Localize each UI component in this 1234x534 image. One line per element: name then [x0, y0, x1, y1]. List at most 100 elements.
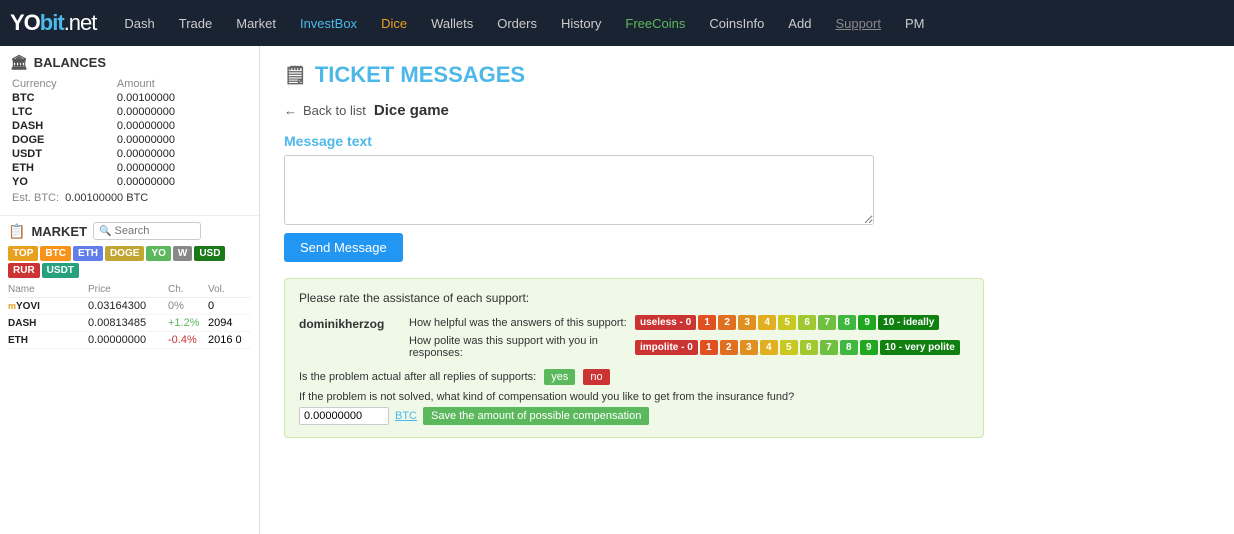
- market-price: 0.00813485: [88, 317, 168, 329]
- balance-row: USDT0.00000000: [10, 147, 249, 161]
- nav-investbox[interactable]: InvestBox: [290, 12, 367, 35]
- balance-currency: YO: [10, 175, 115, 189]
- balance-row: DASH0.00000000: [10, 119, 249, 133]
- r-p7[interactable]: 7: [820, 340, 838, 355]
- problem-row: Is the problem actual after all replies …: [299, 369, 969, 385]
- market-section: 📋 MARKET 🔍 TOP BTC ETH DOGE YO W USD RUR…: [0, 216, 259, 355]
- nav-trade[interactable]: Trade: [169, 12, 222, 35]
- nav-coinsinfo[interactable]: CoinsInfo: [699, 12, 774, 35]
- comp-currency-link[interactable]: BTC: [395, 410, 417, 422]
- nav-support[interactable]: Support: [825, 12, 891, 35]
- tab-rur[interactable]: RUR: [8, 263, 40, 278]
- r-h7[interactable]: 7: [818, 315, 836, 330]
- tab-doge[interactable]: DOGE: [105, 246, 144, 261]
- comp-save-button[interactable]: Save the amount of possible compensation: [423, 407, 649, 425]
- balance-currency: LTC: [10, 105, 115, 119]
- rating-username: dominikherzog: [299, 315, 399, 331]
- nav-add[interactable]: Add: [778, 12, 821, 35]
- balances-icon: 🏛: [10, 54, 28, 71]
- market-vol: 2094: [208, 317, 248, 329]
- est-btc-value: 0.00100000 BTC: [65, 192, 148, 204]
- nav-pm[interactable]: PM: [895, 12, 935, 35]
- search-icon: 🔍: [99, 226, 111, 237]
- balance-amount: 0.00000000: [115, 161, 249, 175]
- r-p2[interactable]: 2: [720, 340, 738, 355]
- r-h8[interactable]: 8: [838, 315, 856, 330]
- r-h3[interactable]: 3: [738, 315, 756, 330]
- logo[interactable]: YObit.net: [10, 10, 96, 36]
- market-price: 0.03164300: [88, 300, 168, 312]
- tab-usd[interactable]: USD: [194, 246, 225, 261]
- message-label: Message text: [284, 133, 1210, 149]
- problem-text: Is the problem actual after all replies …: [299, 371, 536, 383]
- r-h10[interactable]: 10 - ideally: [878, 315, 939, 330]
- r-p6[interactable]: 6: [800, 340, 818, 355]
- nav-orders[interactable]: Orders: [487, 12, 547, 35]
- back-to-list-link[interactable]: ← Back to list: [284, 103, 366, 118]
- balance-currency: DASH: [10, 119, 115, 133]
- tab-yo[interactable]: YO: [146, 246, 170, 261]
- nav-history[interactable]: History: [551, 12, 611, 35]
- back-arrow-icon: ←: [284, 103, 297, 118]
- no-button[interactable]: no: [583, 369, 609, 385]
- market-row[interactable]: mYOVI 0.03164300 0% 0: [8, 298, 251, 315]
- balance-row: BTC0.00100000: [10, 91, 249, 105]
- breadcrumb-row: ← Back to list Dice game: [284, 102, 1210, 119]
- r-p9[interactable]: 9: [860, 340, 878, 355]
- logo-net: .net: [64, 10, 97, 35]
- send-message-button[interactable]: Send Message: [284, 233, 403, 262]
- rating-q2: How polite was this support with you in …: [409, 335, 629, 359]
- r-p5[interactable]: 5: [780, 340, 798, 355]
- compensation-input-row: BTC Save the amount of possible compensa…: [299, 407, 969, 425]
- tab-w[interactable]: W: [173, 246, 192, 261]
- nav-market[interactable]: Market: [226, 12, 286, 35]
- balances-title: 🏛 BALANCES: [10, 54, 249, 71]
- rating-q1: How helpful was the answers of this supp…: [409, 317, 629, 329]
- tab-btc[interactable]: BTC: [40, 246, 71, 261]
- r-h2[interactable]: 2: [718, 315, 736, 330]
- r-p8[interactable]: 8: [840, 340, 858, 355]
- balance-row: YO0.00000000: [10, 175, 249, 189]
- r-h4[interactable]: 4: [758, 315, 776, 330]
- nav-dash[interactable]: Dash: [114, 12, 164, 35]
- nav-freecoins[interactable]: FreeCoins: [615, 12, 695, 35]
- r-p1[interactable]: 1: [700, 340, 718, 355]
- market-ch: +1.2%: [168, 317, 208, 329]
- tab-usdt[interactable]: USDT: [42, 263, 79, 278]
- r-p4[interactable]: 4: [760, 340, 778, 355]
- r-h9[interactable]: 9: [858, 315, 876, 330]
- comp-amount-input[interactable]: [299, 407, 389, 425]
- market-prefix: m: [8, 301, 16, 311]
- balance-row: ETH0.00000000: [10, 161, 249, 175]
- balance-row: LTC0.00000000: [10, 105, 249, 119]
- balance-row: DOGE0.00000000: [10, 133, 249, 147]
- r-h1[interactable]: 1: [698, 315, 716, 330]
- col-amount: Amount: [115, 77, 249, 91]
- nav-wallets[interactable]: Wallets: [421, 12, 483, 35]
- yes-button[interactable]: yes: [544, 369, 575, 385]
- balance-amount: 0.00000000: [115, 175, 249, 189]
- market-row[interactable]: DASH 0.00813485 +1.2% 2094: [8, 315, 251, 332]
- r-useless[interactable]: useless - 0: [635, 315, 696, 330]
- rating-btns-helpfulness: useless - 0 1 2 3 4 5 6 7 8 9 10 - ideal…: [635, 315, 939, 330]
- balance-currency: DOGE: [10, 133, 115, 147]
- tab-eth[interactable]: ETH: [73, 246, 103, 261]
- rating-section: Please rate the assistance of each suppo…: [284, 278, 984, 438]
- market-row[interactable]: ETH 0.00000000 -0.4% 2016 0: [8, 332, 251, 349]
- r-h6[interactable]: 6: [798, 315, 816, 330]
- nav-dice[interactable]: Dice: [371, 12, 417, 35]
- r-p3[interactable]: 3: [740, 340, 758, 355]
- tab-top[interactable]: TOP: [8, 246, 38, 261]
- r-h5[interactable]: 5: [778, 315, 796, 330]
- page-title: TICKET MESSAGES: [315, 62, 525, 88]
- market-col-ch: Ch.: [168, 284, 208, 295]
- r-p10[interactable]: 10 - very polite: [880, 340, 960, 355]
- search-box[interactable]: 🔍: [93, 222, 200, 240]
- search-input[interactable]: [115, 225, 195, 237]
- rating-user-block: dominikherzog How helpful was the answer…: [299, 315, 969, 359]
- balance-amount: 0.00100000: [115, 91, 249, 105]
- r-impolite[interactable]: impolite - 0: [635, 340, 698, 355]
- balance-amount: 0.00000000: [115, 133, 249, 147]
- est-btc-label: Est. BTC:: [12, 192, 59, 204]
- message-textarea[interactable]: [284, 155, 874, 225]
